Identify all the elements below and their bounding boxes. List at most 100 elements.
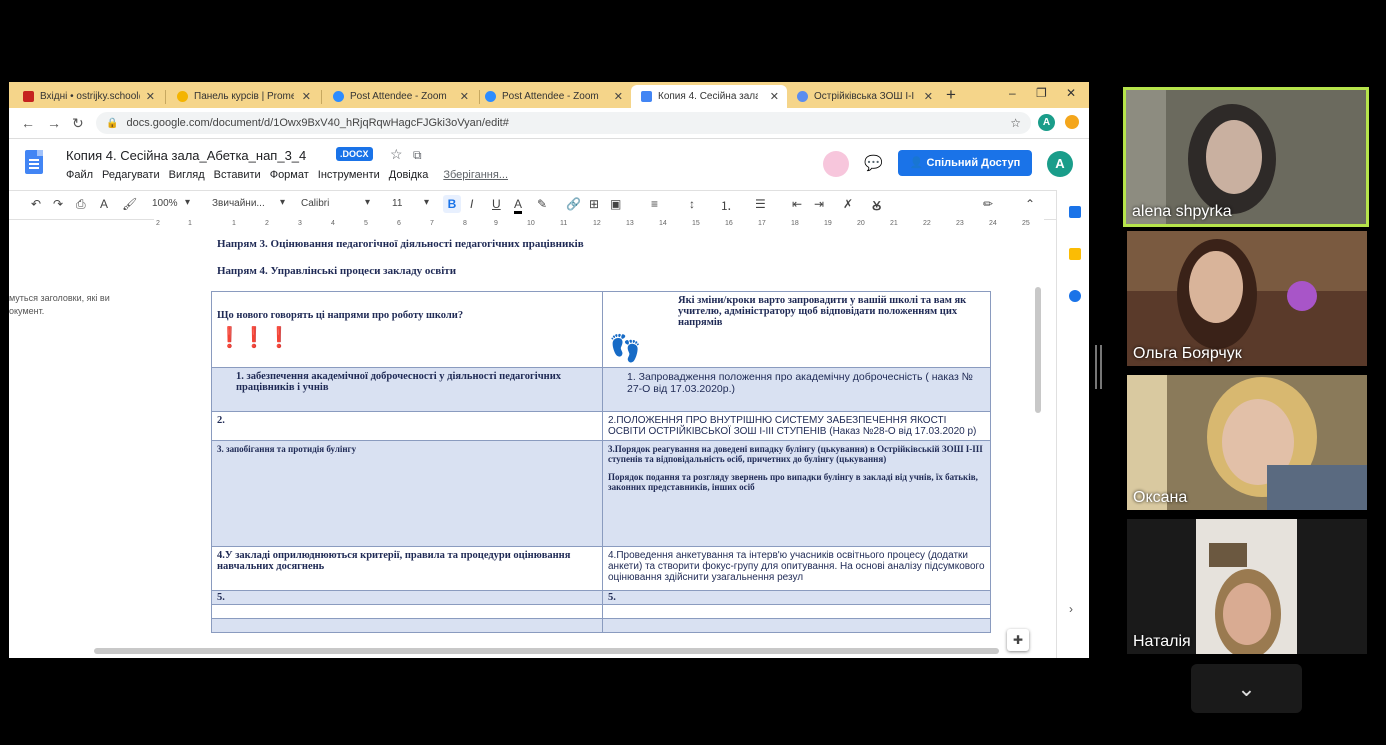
input-tools-icon[interactable]: Ꙋ	[872, 197, 881, 214]
line-spacing-icon[interactable]: ↕	[689, 197, 695, 211]
menu-help[interactable]: Довідка	[389, 169, 429, 181]
menu-view[interactable]: Вигляд	[169, 169, 205, 181]
menu-edit[interactable]: Редагувати	[102, 169, 160, 181]
close-icon[interactable]: ✕	[460, 90, 469, 103]
star-icon[interactable]: ☆	[1010, 112, 1021, 134]
participant-tile[interactable]: Наталія	[1127, 519, 1367, 654]
style-select[interactable]: Звичайни...	[212, 198, 265, 209]
tab-zoom-2[interactable]: Post Attendee - Zoom ✕	[475, 85, 631, 108]
document-title[interactable]: Копия 4. Сесійна зала_Абетка_нап_3_4	[66, 148, 306, 163]
menu-file[interactable]: Файл	[66, 169, 93, 181]
star-icon[interactable]: ☆	[390, 146, 403, 163]
font-select[interactable]: Calibri	[301, 198, 329, 209]
bold-button[interactable]: B	[443, 195, 461, 213]
comment-icon[interactable]: 💬	[864, 154, 883, 172]
tab-gmail[interactable]: Вхідні • ostrijky.school@ ✕	[13, 85, 163, 108]
table-cell: 2.	[211, 411, 603, 441]
resize-handle[interactable]	[1095, 345, 1102, 389]
keep-icon[interactable]	[1069, 248, 1081, 260]
profile-avatar[interactable]: A	[1038, 114, 1055, 131]
tab-school-site[interactable]: Острійківська ЗОШ І-ІІІ ✕	[787, 85, 941, 108]
italic-button[interactable]: I	[470, 197, 473, 211]
increase-indent-icon[interactable]: ⇥	[814, 197, 824, 211]
bulleted-list-icon[interactable]: ☰	[755, 197, 766, 211]
close-icon[interactable]: ✕	[302, 90, 311, 103]
vertical-scrollbar[interactable]	[1035, 287, 1041, 413]
menu-tools[interactable]: Інструменти	[318, 169, 380, 181]
close-icon[interactable]: ✕	[614, 90, 623, 103]
highlight-icon[interactable]: ✎	[537, 197, 547, 211]
table-cell: 4.У закладі оприлюднюються критерії, пра…	[211, 546, 603, 591]
docs-logo-icon[interactable]	[25, 150, 43, 174]
font-size-select[interactable]: 11	[392, 198, 402, 209]
document-table[interactable]: Що нового говорять ці напрями про роботу…	[211, 291, 991, 633]
move-folder-icon[interactable]: ⧉	[413, 148, 422, 163]
minimize-button[interactable]: –	[1009, 86, 1016, 100]
numbered-list-icon[interactable]: ⒈	[720, 197, 732, 214]
zoom-icon	[485, 91, 496, 102]
side-panel-bar: ›	[1056, 190, 1089, 658]
redo-icon[interactable]: ↷	[53, 197, 63, 211]
close-icon[interactable]: ✕	[146, 90, 155, 103]
menu-insert[interactable]: Вставити	[214, 169, 261, 181]
text-color-button[interactable]: A	[514, 197, 523, 214]
close-icon[interactable]: ✕	[770, 90, 779, 103]
participant-tile[interactable]: alena shpyrka	[1123, 87, 1369, 227]
table-row	[211, 604, 991, 619]
table-cell[interactable]: 4.Проведення анкетування та інтерв'ю уча…	[602, 546, 991, 591]
url-field[interactable]: 🔒 docs.google.com/document/d/1Owx9BxV40_h…	[96, 112, 1031, 134]
table-row: 2. 2.ПОЛОЖЕННЯ ПРО ВНУТРІШНЮ СИСТЕМУ ЗАБ…	[211, 411, 991, 441]
chevron-down-icon: ▾	[424, 197, 430, 208]
table-cell: 2.ПОЛОЖЕННЯ ПРО ВНУТРІШНЮ СИСТЕМУ ЗАБЕЗП…	[602, 411, 991, 441]
tab-prometheus[interactable]: Панель курсів | Promet ✕	[167, 85, 319, 108]
horizontal-scrollbar[interactable]	[94, 648, 999, 654]
edit-mode-icon[interactable]: ✏	[983, 197, 993, 211]
add-comment-icon[interactable]: ⊞	[589, 197, 599, 211]
update-icon[interactable]	[1065, 115, 1079, 129]
participant-name: Наталія	[1133, 633, 1191, 650]
participant-tile[interactable]: Оксана	[1127, 375, 1367, 510]
clear-formatting-icon[interactable]: ✗	[843, 197, 853, 211]
footprints-icon: 👣	[609, 334, 642, 363]
globe-icon	[797, 91, 808, 102]
new-tab-button[interactable]: +	[946, 85, 956, 105]
chevron-up-icon[interactable]: ⌃	[1025, 197, 1035, 211]
collapse-gallery-button[interactable]: ⌄	[1191, 664, 1302, 713]
user-avatar[interactable]: A	[1047, 151, 1073, 177]
outline-hint: муться заголовки, які ви окумент.	[9, 293, 110, 316]
tab-google-doc[interactable]: Копия 4. Сесійна зала_А ✕	[631, 85, 787, 108]
table-row: 4.У закладі оприлюднюються критерії, пра…	[211, 546, 991, 591]
calendar-icon[interactable]	[1069, 206, 1081, 218]
menu-format[interactable]: Формат	[270, 169, 309, 181]
lock-icon: 🔒	[106, 118, 119, 129]
link-icon[interactable]: 🔗	[566, 197, 581, 211]
close-icon[interactable]: ✕	[924, 90, 933, 103]
chevron-right-icon[interactable]: ›	[1069, 602, 1073, 616]
table-row	[211, 618, 991, 633]
table-row: 1. забезпечення академічної доброчесност…	[211, 367, 991, 412]
back-icon[interactable]: ←	[21, 115, 35, 131]
participant-tile[interactable]: Ольга Боярчук	[1127, 231, 1367, 366]
decrease-indent-icon[interactable]: ⇤	[792, 197, 802, 211]
spellcheck-icon[interactable]: A	[100, 197, 108, 211]
table-cell: Які зміни/кроки варто запровадити у ваші…	[678, 295, 967, 328]
zoom-select[interactable]: 100%	[152, 198, 178, 209]
align-icon[interactable]: ≡	[651, 197, 658, 211]
reload-icon[interactable]: ↻	[72, 115, 84, 132]
meet-icon[interactable]	[823, 151, 849, 177]
insert-image-icon[interactable]: ▣	[610, 197, 621, 211]
explore-icon[interactable]: ✚	[1007, 629, 1029, 651]
table-cell: 5.	[602, 590, 991, 605]
table-row: 3. запобігання та протидія булінгу 3.Пор…	[211, 440, 991, 547]
table-cell: Що нового говорять ці напрями про роботу…	[217, 309, 464, 321]
forward-icon[interactable]: →	[47, 115, 61, 131]
print-icon[interactable]: ⎙	[76, 197, 86, 212]
maximize-button[interactable]: ❐	[1036, 86, 1047, 100]
tasks-icon[interactable]	[1069, 290, 1081, 302]
close-window-button[interactable]: ✕	[1066, 86, 1076, 100]
share-button[interactable]: 👤 Спільний Доступ	[898, 150, 1032, 176]
underline-button[interactable]: U	[492, 197, 501, 211]
undo-icon[interactable]: ↶	[31, 197, 41, 211]
paint-format-icon[interactable]: 🖌	[122, 197, 137, 211]
tab-zoom-1[interactable]: Post Attendee - Zoom ✕	[323, 85, 477, 108]
